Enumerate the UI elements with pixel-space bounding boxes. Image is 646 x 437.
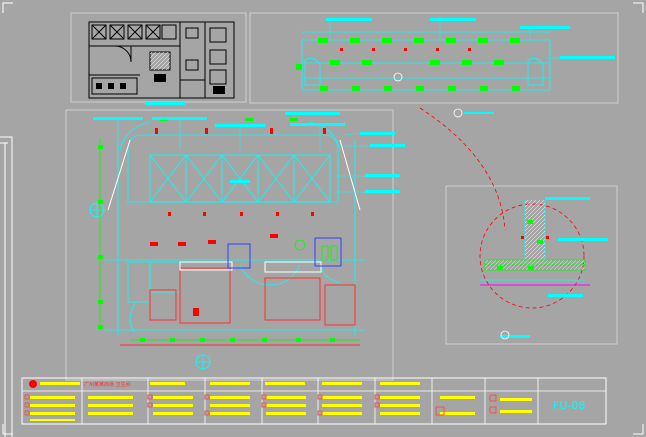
cad-drawing-canvas: 广州某某商场 卫生间 FU-08 [0, 2, 644, 437]
red-circle-logo [29, 380, 37, 388]
key-plan-view [70, 12, 247, 103]
detail-view [419, 107, 618, 345]
project-title: 广州某某商场 卫生间 [84, 381, 131, 388]
main-plan-view [65, 102, 405, 381]
section-elevation-top [249, 12, 619, 118]
sheet-frame [0, 2, 644, 437]
sheet-code: FU-08 [553, 399, 585, 412]
title-block: 广州某某商场 卫生间 FU-08 [21, 377, 607, 425]
